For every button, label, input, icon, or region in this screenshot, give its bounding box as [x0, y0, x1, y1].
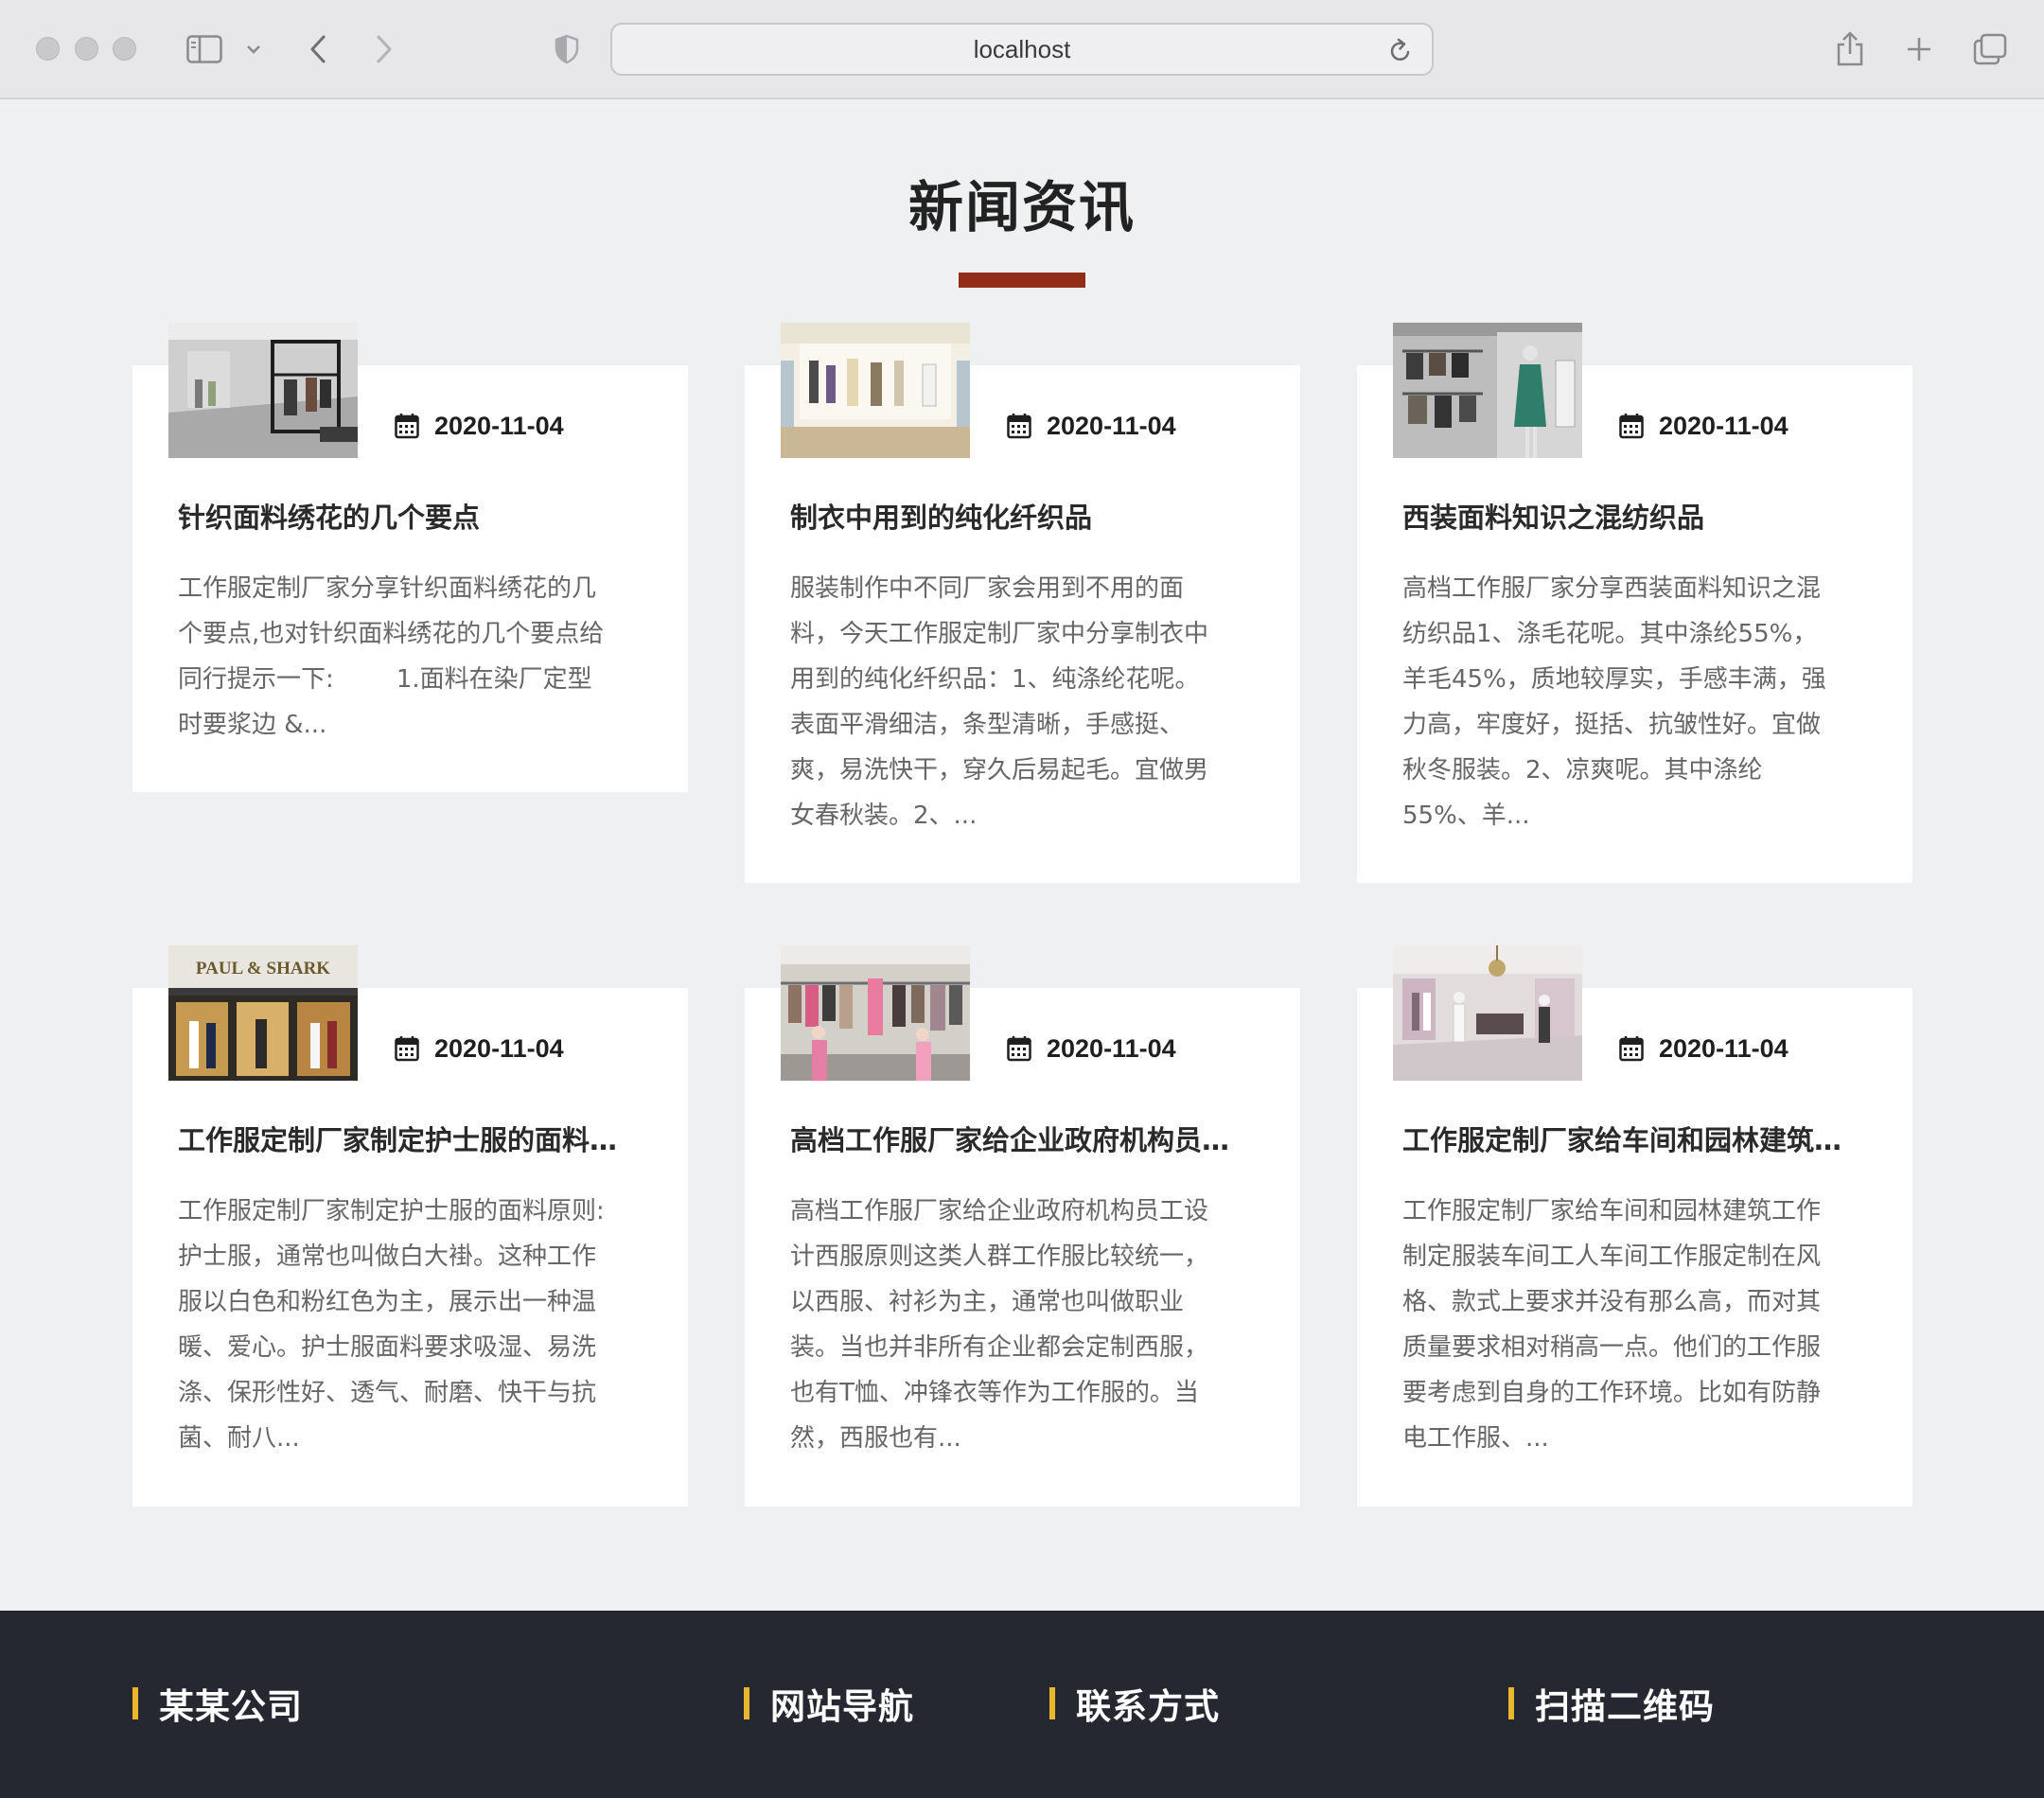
- news-title[interactable]: 工作服定制厂家给车间和园林建筑工作制定服装: [1402, 1119, 1857, 1158]
- calendar-icon: [395, 1036, 419, 1062]
- share-icon[interactable]: [1834, 28, 1866, 70]
- news-title[interactable]: 针织面料绣花的几个要点: [178, 496, 632, 536]
- news-summary: 工作服定制厂家分享针织面料绣花的几 个要点,也对针织面料绣花的几个要点给 同行提示一…: [178, 574, 605, 739]
- news-date: 2020-11-04: [1007, 407, 1176, 445]
- footer-accent-bar: [744, 1687, 749, 1719]
- news-title[interactable]: 工作服定制厂家制定护士服的面料原则: [178, 1119, 632, 1158]
- tab-overview-icon[interactable]: [1972, 28, 2008, 70]
- footer-accent-bar: [1049, 1687, 1055, 1719]
- calendar-icon: [395, 414, 419, 439]
- news-date: 2020-11-04: [1007, 1030, 1176, 1067]
- site-footer: [0, 1611, 2044, 1798]
- sidebar-toggle-icon[interactable]: [184, 28, 225, 70]
- news-title[interactable]: 高档工作服厂家给企业政府机构员工设计西服原则: [790, 1119, 1244, 1158]
- footer-heading-company: 某某公司: [132, 1681, 303, 1727]
- browser-window: localhost 新闻资讯 2020-11-04 针织面料绣花的几个要点 工作…: [0, 0, 2044, 1798]
- news-summary: 工作服定制厂家给车间和园林建筑工作 制定服装车间工人车间工作服定制在风 格、款式上要…: [1402, 1197, 1822, 1453]
- news-date: 2020-11-04: [1619, 1030, 1788, 1067]
- footer-heading-navigation: 网站导航: [744, 1681, 914, 1727]
- zoom-window-button[interactable]: [113, 37, 136, 61]
- news-summary: 工作服定制厂家制定护士服的面料原则: 护士服，通常也叫做白大褂。这种工作 服以白色和…: [178, 1197, 605, 1453]
- new-tab-plus-icon[interactable]: [1904, 28, 1934, 70]
- footer-heading-qrcode: 扫描二维码: [1508, 1681, 1715, 1727]
- close-window-button[interactable]: [36, 37, 60, 61]
- back-arrow-icon[interactable]: [305, 28, 331, 70]
- news-thumbnail[interactable]: [781, 323, 970, 458]
- forward-arrow-icon[interactable]: [371, 28, 397, 70]
- calendar-icon: [1007, 414, 1031, 439]
- section-title: 新闻资讯: [907, 175, 1136, 239]
- footer-accent-bar: [132, 1687, 138, 1719]
- reload-icon[interactable]: [1388, 37, 1413, 67]
- news-date: 2020-11-04: [395, 1030, 564, 1067]
- news-thumbnail[interactable]: [168, 323, 358, 458]
- url-text: localhost: [973, 35, 1071, 63]
- news-summary: 高档工作服厂家分享西装面料知识之混 纺织品1、涤毛花呢。其中涤纶55%， 羊毛45%…: [1402, 574, 1826, 830]
- news-summary: 服装制作中不同厂家会用到不用的面 料，今天工作服定制厂家中分享制衣中 用到的纯化纤织…: [790, 574, 1209, 830]
- calendar-icon: [1007, 1036, 1031, 1062]
- browser-toolbar: localhost: [0, 0, 2044, 99]
- minimize-window-button[interactable]: [75, 37, 98, 61]
- news-thumbnail[interactable]: PAUL & SHARK: [168, 945, 358, 1081]
- calendar-icon: [1619, 1036, 1644, 1062]
- calendar-icon: [1619, 414, 1644, 439]
- news-summary: 高档工作服厂家给企业政府机构员工设 计西服原则这类人群工作服比较统一， 以西服、衬衫…: [790, 1197, 1209, 1453]
- store-sign-text: PAUL & SHARK: [196, 959, 330, 978]
- chevron-down-icon[interactable]: [244, 28, 263, 70]
- news-title[interactable]: 制衣中用到的纯化纤织品: [790, 496, 1244, 536]
- news-thumbnail[interactable]: [1393, 945, 1582, 1081]
- footer-accent-bar: [1508, 1687, 1514, 1719]
- footer-heading-contact: 联系方式: [1049, 1681, 1220, 1727]
- news-date: 2020-11-04: [1619, 407, 1788, 445]
- news-thumbnail[interactable]: [781, 945, 970, 1081]
- news-title[interactable]: 西装面料知识之混纺织品: [1402, 496, 1857, 536]
- shield-icon[interactable]: [552, 28, 582, 70]
- address-bar[interactable]: localhost: [610, 23, 1434, 76]
- news-thumbnail[interactable]: [1393, 323, 1582, 458]
- news-date: 2020-11-04: [395, 407, 564, 445]
- title-underline: [959, 273, 1085, 288]
